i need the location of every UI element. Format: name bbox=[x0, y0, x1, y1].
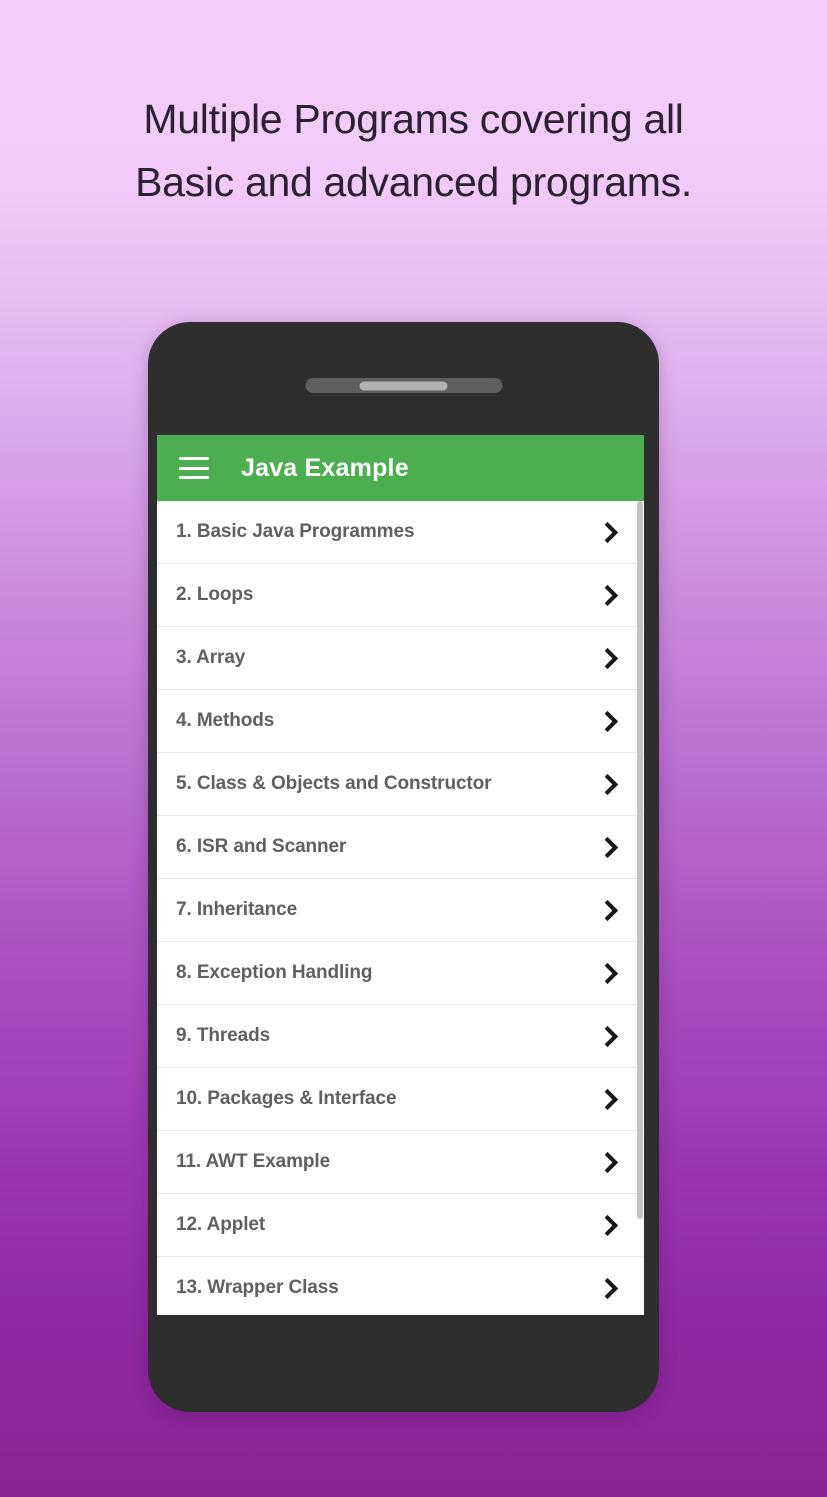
promo-headline-line-2: Basic and advanced programs. bbox=[135, 159, 692, 205]
phone-screen: Java Example 1. Basic Java Programmes 2.… bbox=[157, 435, 644, 1315]
earpiece-speaker-inner bbox=[359, 381, 448, 390]
list-item-label: 6. ISR and Scanner bbox=[176, 836, 347, 857]
list-item[interactable]: 1. Basic Java Programmes bbox=[157, 501, 644, 564]
list-item-label: 2. Loops bbox=[176, 584, 254, 605]
list-scrollbar-thumb[interactable] bbox=[637, 501, 643, 1219]
list-scrollbar[interactable] bbox=[637, 501, 643, 1315]
list-item-label: 8. Exception Handling bbox=[176, 962, 373, 983]
list-item[interactable]: 2. Loops bbox=[157, 564, 644, 627]
app-bar: Java Example bbox=[157, 435, 644, 501]
app-bar-title: Java Example bbox=[241, 453, 409, 482]
list-item[interactable]: 12. Applet bbox=[157, 1194, 644, 1257]
hamburger-menu-icon[interactable] bbox=[179, 457, 209, 479]
list-item-label: 1. Basic Java Programmes bbox=[176, 521, 415, 542]
topic-list: 1. Basic Java Programmes 2. Loops 3. Arr… bbox=[157, 501, 644, 1315]
chevron-right-icon bbox=[598, 1024, 614, 1048]
promo-headline-line-1: Multiple Programs covering all bbox=[143, 96, 684, 142]
chevron-right-icon bbox=[598, 1087, 614, 1111]
list-item-label: 9. Threads bbox=[176, 1025, 271, 1046]
list-item-label: 5. Class & Objects and Constructor bbox=[176, 773, 492, 794]
list-item[interactable]: 7. Inheritance bbox=[157, 879, 644, 942]
list-item[interactable]: 11. AWT Example bbox=[157, 1131, 644, 1194]
chevron-right-icon bbox=[598, 1213, 614, 1237]
chevron-right-icon bbox=[598, 835, 614, 859]
list-item[interactable]: 6. ISR and Scanner bbox=[157, 816, 644, 879]
chevron-right-icon bbox=[598, 898, 614, 922]
phone-device-mockup: Java Example 1. Basic Java Programmes 2.… bbox=[148, 322, 659, 1412]
list-item-label: 7. Inheritance bbox=[176, 899, 298, 920]
chevron-right-icon bbox=[598, 646, 614, 670]
list-item-label: 12. Applet bbox=[176, 1214, 266, 1235]
list-item-label: 11. AWT Example bbox=[176, 1151, 331, 1172]
chevron-right-icon bbox=[598, 520, 614, 544]
list-item[interactable]: 5. Class & Objects and Constructor bbox=[157, 753, 644, 816]
chevron-right-icon bbox=[598, 772, 614, 796]
chevron-right-icon bbox=[598, 709, 614, 733]
chevron-right-icon bbox=[598, 1150, 614, 1174]
list-item-label: 3. Array bbox=[176, 647, 246, 668]
chevron-right-icon bbox=[598, 583, 614, 607]
list-item-label: 4. Methods bbox=[176, 710, 275, 731]
list-item[interactable]: 3. Array bbox=[157, 627, 644, 690]
list-item[interactable]: 9. Threads bbox=[157, 1005, 644, 1068]
list-item[interactable]: 13. Wrapper Class bbox=[157, 1257, 644, 1315]
list-item-label: 13. Wrapper Class bbox=[176, 1277, 339, 1298]
list-item-label: 10. Packages & Interface bbox=[176, 1088, 397, 1109]
list-item[interactable]: 8. Exception Handling bbox=[157, 942, 644, 1005]
list-item[interactable]: 4. Methods bbox=[157, 690, 644, 753]
list-item[interactable]: 10. Packages & Interface bbox=[157, 1068, 644, 1131]
chevron-right-icon bbox=[598, 1276, 614, 1300]
promo-headline: Multiple Programs covering all Basic and… bbox=[0, 88, 827, 214]
chevron-right-icon bbox=[598, 961, 614, 985]
earpiece-speaker bbox=[305, 378, 502, 393]
